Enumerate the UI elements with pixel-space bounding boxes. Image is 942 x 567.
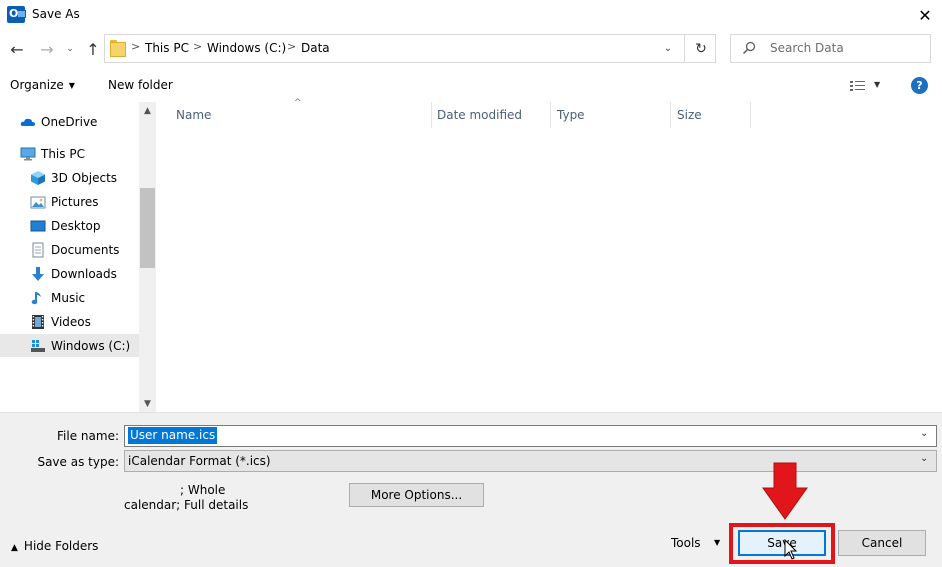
help-icon[interactable]: ? bbox=[911, 77, 928, 94]
tree-item-label: Music bbox=[51, 291, 86, 305]
download-icon bbox=[30, 266, 46, 282]
folder-icon bbox=[110, 40, 126, 57]
scroll-up-icon[interactable]: ▲ bbox=[139, 104, 156, 118]
tree-item-label: 3D Objects bbox=[51, 171, 118, 185]
address-divider bbox=[684, 35, 685, 62]
hide-folders-label: Hide Folders bbox=[23, 539, 99, 553]
chevron-down-icon[interactable]: ⌄ bbox=[920, 453, 928, 464]
cloud-icon bbox=[20, 114, 36, 130]
pictures-icon bbox=[30, 194, 46, 210]
drive-icon bbox=[30, 338, 46, 354]
tree-item-label: This PC bbox=[41, 147, 85, 161]
forward-button[interactable]: → bbox=[36, 38, 58, 60]
scroll-down-icon[interactable]: ▼ bbox=[139, 397, 156, 411]
view-options-icon[interactable] bbox=[848, 78, 868, 94]
tree-item-windows-c[interactable]: Windows (C:) bbox=[30, 334, 130, 358]
mouse-cursor-icon bbox=[784, 539, 798, 560]
column-header-type[interactable]: Type bbox=[551, 102, 671, 128]
chevron-down-icon[interactable]: ▼ bbox=[714, 538, 720, 547]
tree-item-label: OneDrive bbox=[41, 115, 98, 129]
search-placeholder: Search Data bbox=[770, 41, 844, 55]
tree-item-this-pc[interactable]: This PC bbox=[20, 142, 85, 166]
breadcrumb-separator: > bbox=[131, 40, 141, 53]
music-icon bbox=[30, 290, 46, 306]
address-dropdown-button[interactable]: ⌄ bbox=[660, 40, 676, 56]
tree-item-label: Downloads bbox=[51, 267, 117, 281]
tree-item-label: Pictures bbox=[51, 195, 99, 209]
tree-item-label: Videos bbox=[51, 315, 91, 329]
file-name-input[interactable] bbox=[124, 425, 937, 447]
recent-locations-button[interactable]: ⌄ bbox=[62, 38, 78, 60]
tree-item-desktop[interactable]: Desktop bbox=[30, 214, 101, 238]
breadcrumb-separator[interactable]: > bbox=[193, 40, 202, 53]
organize-label: Organize bbox=[10, 78, 64, 92]
breadcrumb-separator[interactable]: > bbox=[287, 40, 296, 53]
tree-item-label: Desktop bbox=[51, 219, 101, 233]
tree-item-label: Windows (C:) bbox=[51, 339, 131, 353]
file-name-label: File name: bbox=[57, 429, 119, 443]
up-button[interactable]: ↑ bbox=[82, 38, 104, 60]
column-header-date-modified[interactable]: Date modified bbox=[431, 102, 551, 128]
tree-item-music[interactable]: Music bbox=[30, 286, 85, 310]
tree-item-label: Documents bbox=[51, 243, 120, 257]
tree-item-pictures[interactable]: Pictures bbox=[30, 190, 99, 214]
desktop-icon bbox=[30, 218, 46, 234]
tree-item-documents[interactable]: Documents bbox=[30, 238, 119, 262]
column-separator[interactable] bbox=[750, 102, 751, 128]
tree-item-videos[interactable]: Videos bbox=[30, 310, 91, 334]
close-button[interactable]: ✕ bbox=[908, 0, 942, 30]
documents-icon bbox=[30, 242, 46, 258]
breadcrumb-data[interactable]: Data bbox=[301, 41, 330, 55]
back-button[interactable]: ← bbox=[6, 38, 28, 60]
videos-icon bbox=[30, 314, 46, 330]
details-text-line1: ; Whole bbox=[180, 483, 226, 497]
tree-item-onedrive[interactable]: OneDrive bbox=[20, 110, 97, 134]
tree-item-downloads[interactable]: Downloads bbox=[30, 262, 117, 286]
save-as-type-value: iCalendar Format (*.ics) bbox=[128, 454, 271, 468]
window-title: Save As bbox=[32, 7, 80, 21]
chevron-down-icon[interactable]: ⌄ bbox=[920, 428, 928, 439]
save-as-type-label: Save as type: bbox=[37, 455, 119, 469]
outlook-icon bbox=[7, 6, 26, 23]
view-dropdown-icon[interactable]: ▼ bbox=[874, 80, 880, 89]
tools-button[interactable]: Tools bbox=[671, 536, 701, 550]
computer-icon bbox=[20, 146, 36, 162]
chevron-up-icon: ▲ bbox=[11, 543, 18, 553]
arrow-down-icon bbox=[762, 462, 808, 520]
refresh-button[interactable]: ↻ bbox=[690, 38, 712, 60]
cube-icon bbox=[30, 170, 46, 186]
tree-item-3d-objects[interactable]: 3D Objects bbox=[30, 166, 117, 190]
search-icon bbox=[743, 41, 756, 54]
breadcrumb-windows-c[interactable]: Windows (C:) bbox=[207, 41, 286, 55]
title-bar bbox=[0, 0, 942, 30]
save-button[interactable]: Save bbox=[738, 530, 826, 556]
scrollbar-thumb[interactable] bbox=[140, 188, 155, 268]
organize-button[interactable]: Organize ▼ bbox=[10, 78, 75, 92]
hide-folders-button[interactable]: ▲ Hide Folders bbox=[11, 539, 98, 553]
cancel-button[interactable]: Cancel bbox=[838, 530, 926, 556]
column-header-size[interactable]: Size bbox=[671, 102, 751, 128]
chevron-down-icon: ▼ bbox=[68, 81, 75, 90]
details-text-line2: calendar; Full details bbox=[124, 498, 249, 512]
breadcrumb-this-pc[interactable]: This PC bbox=[145, 41, 189, 55]
more-options-button[interactable]: More Options... bbox=[349, 483, 484, 507]
file-list[interactable] bbox=[156, 102, 942, 412]
new-folder-button[interactable]: New folder bbox=[108, 78, 173, 92]
column-header-name[interactable]: Name bbox=[170, 102, 432, 128]
file-name-value[interactable]: User name.ics bbox=[128, 427, 218, 444]
